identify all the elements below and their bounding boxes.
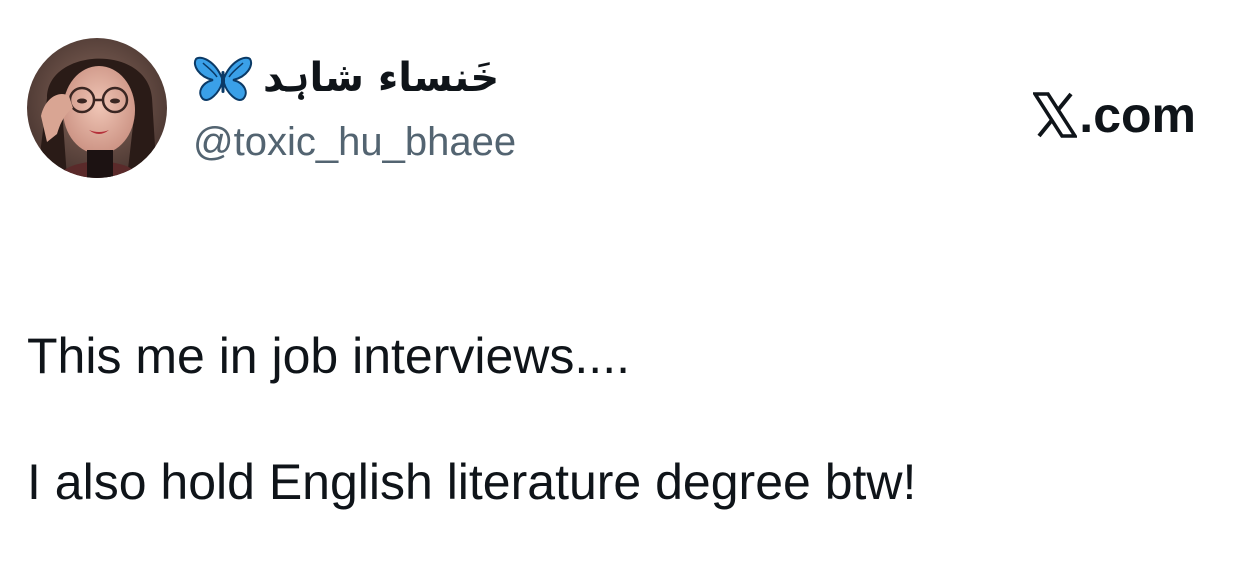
- x-logo-icon: [1033, 92, 1078, 138]
- tweet-line: This me in job interviews....: [27, 328, 630, 384]
- tweet-text: This me in job interviews.... I also hol…: [27, 262, 916, 577]
- tweet-line: I also hold English literature degree bt…: [27, 454, 917, 510]
- display-name[interactable]: خَنساء شاہد: [263, 58, 499, 98]
- butterfly-icon: [193, 53, 253, 103]
- x-com-brand[interactable]: .com: [1033, 90, 1196, 140]
- handle[interactable]: @toxic_hu_bhaee: [193, 122, 516, 162]
- profile-photo: [27, 38, 167, 178]
- name-row: خَنساء شاہد: [193, 46, 516, 110]
- brand-suffix: .com: [1079, 87, 1196, 143]
- author-identity: خَنساء شاہد @toxic_hu_bhaee: [193, 46, 516, 162]
- tweet-header: خَنساء شاہد @toxic_hu_bhaee .com: [27, 38, 1227, 178]
- avatar[interactable]: [27, 38, 167, 178]
- tweet-card: خَنساء شاہد @toxic_hu_bhaee .com This me…: [0, 0, 1257, 510]
